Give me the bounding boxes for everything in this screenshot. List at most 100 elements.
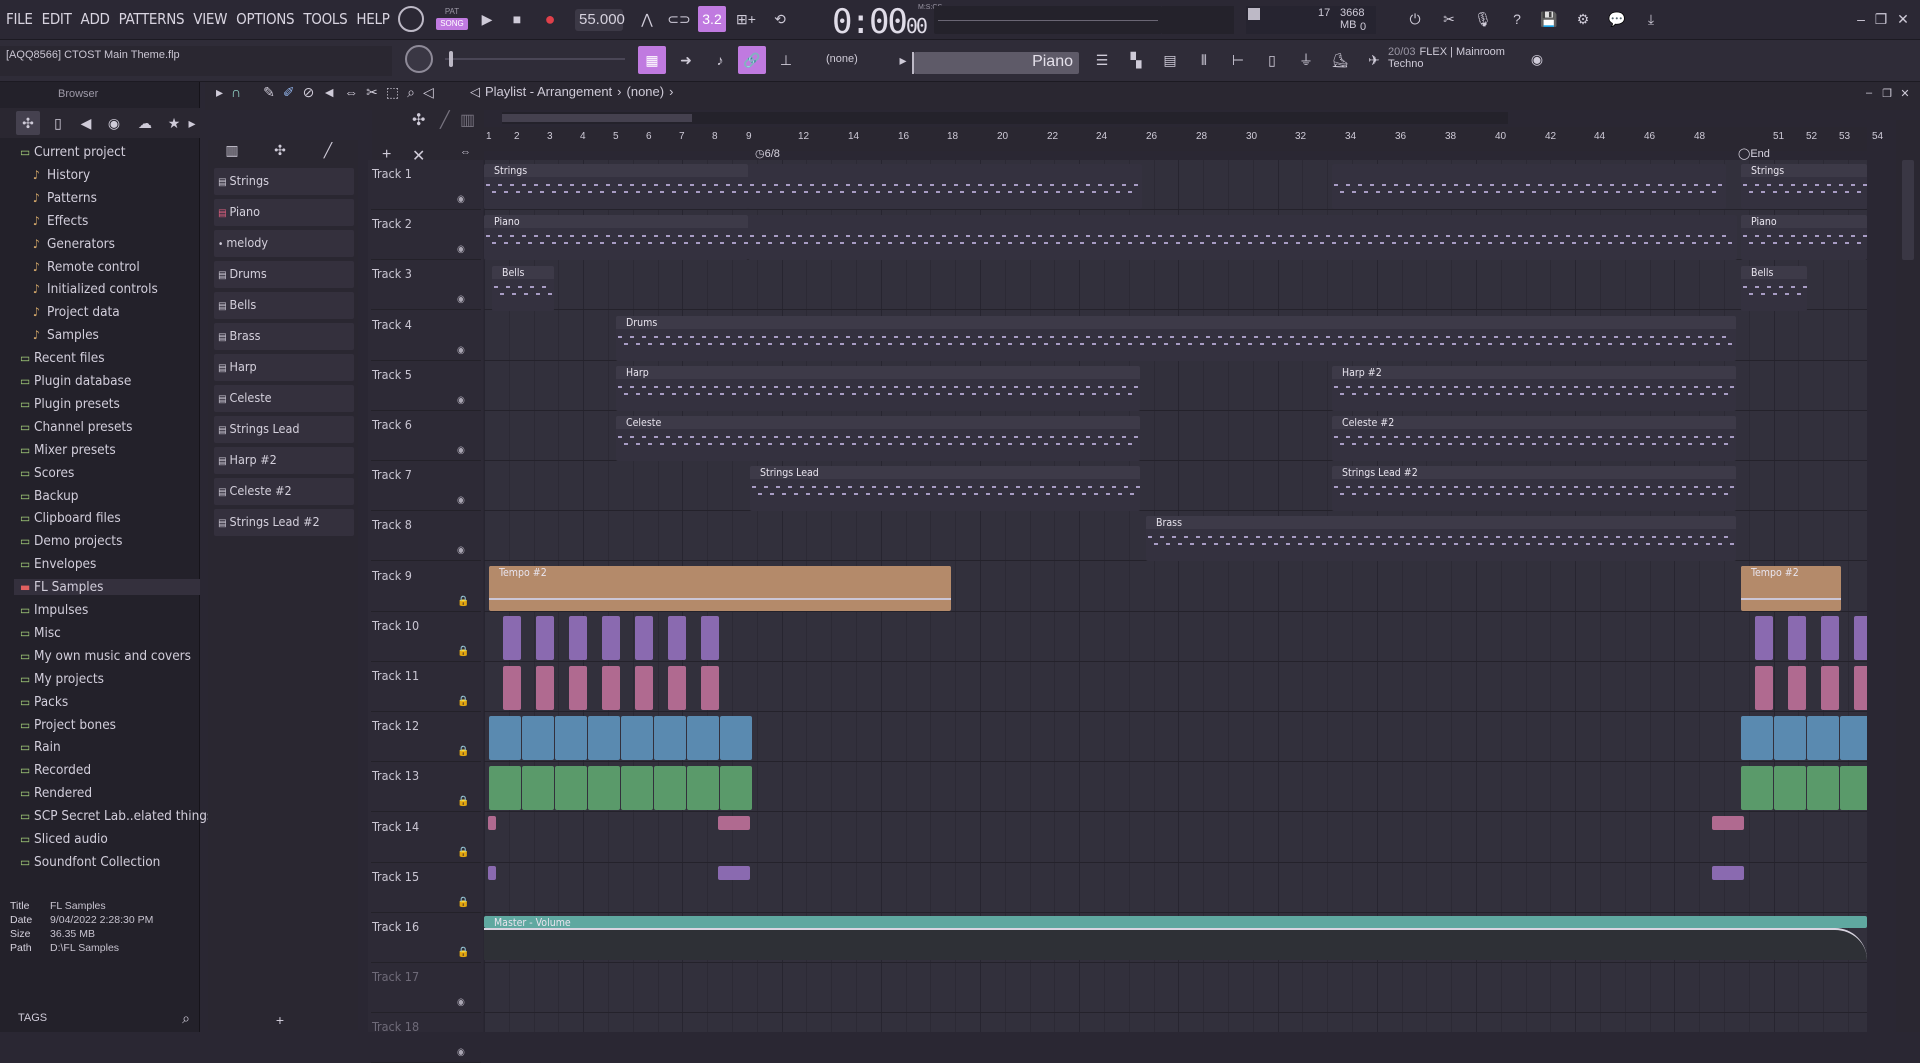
browser-item[interactable]: ♪ Remote control [33,259,140,275]
time-marker[interactable]: ◷6/8 [755,147,780,160]
browser-item[interactable]: ♪ History [33,167,90,183]
timeline-ruler[interactable]: 1 2 3 4 5 6 7 8 9 12 14 16 18 20 22 24 26 28 30 32 34 36 38 40 4… [484,127,1883,151]
record-circle-icon[interactable]: ◉ [457,545,465,556]
browser-item[interactable]: ▭ Demo projects [20,533,122,549]
picker-auto-tab[interactable]: ╱ [318,140,338,160]
master-pitch-knob[interactable] [398,6,424,32]
clip[interactable] [668,666,686,710]
clip[interactable]: Tempo #2 [489,566,951,611]
vertical-scrollbar[interactable] [1896,120,1920,1032]
browser-item[interactable]: ▭ Misc [20,625,61,641]
track-header[interactable]: Track 15 🔒 [371,863,481,913]
browser-item[interactable]: ♪ Effects [33,213,88,229]
wait-input-button[interactable]: ⊂⊃ [666,6,692,32]
view-channel-rack-button[interactable]: ▚ [1122,46,1150,74]
lock-icon[interactable]: 🔒 [457,646,469,657]
clip[interactable]: Tempo #2 [1741,566,1841,611]
browser-item[interactable]: ▭ Plugin presets [20,396,120,412]
globe-button[interactable]: ◉ [1528,50,1546,68]
browser-item[interactable]: ▭ Rendered [20,785,92,801]
playback-icon[interactable]: ◁ [423,84,434,101]
clip[interactable] [1774,766,1806,810]
clip[interactable] [1854,616,1867,660]
record-circle-icon[interactable]: ◉ [457,294,465,305]
clip[interactable] [654,716,686,760]
clip[interactable]: Strings Lead #2 [1332,466,1736,511]
pencil-icon[interactable]: ✎ [263,84,275,101]
clip[interactable]: Harp [616,366,1140,411]
slip-icon[interactable]: ⇔ [344,84,358,101]
clip[interactable] [621,716,653,760]
browser-item[interactable]: ♪ Generators [33,236,115,252]
clip[interactable] [635,616,653,660]
picker-item[interactable]: ▤ Brass [214,323,354,350]
clip[interactable]: Piano [484,215,748,260]
clip[interactable] [635,666,653,710]
clip[interactable] [489,766,521,810]
record-button[interactable]: ● [537,6,563,32]
menu-view[interactable]: VIEW [193,10,227,28]
download-button[interactable]: ⤓ [1638,6,1664,32]
picker-item[interactable]: • melody [214,230,354,257]
clip[interactable]: Piano [1741,215,1867,260]
browser-item[interactable]: ▭ Recent files [20,350,105,366]
browser-tab-plugins[interactable]: ◀ [76,111,96,135]
delete-icon[interactable]: ⊘ [303,84,315,101]
close-button[interactable]: ✕ [1894,10,1912,28]
overview-thumb[interactable] [502,114,692,122]
clip[interactable] [1788,616,1806,660]
clip[interactable]: Bells [492,266,554,311]
clip[interactable]: Strings [1741,164,1867,209]
menu-options[interactable]: OPTIONS [236,10,294,28]
browser-item[interactable]: ▭ Scores [20,465,74,481]
lock-icon[interactable]: 🔒 [457,947,469,958]
song-time[interactable]: 0:0000 [832,2,928,42]
loop-record-button[interactable]: ⟲ [766,6,794,32]
browser-search-button[interactable]: ⌕ [176,1008,196,1028]
mic-button[interactable]: 🎙 [1470,6,1496,32]
browser-tab-database[interactable]: ◉ [104,111,124,135]
clip[interactable] [748,164,1142,209]
browser-tab-favorites[interactable]: ★ [164,111,184,135]
track-header[interactable]: Track 11 🔒 [371,662,481,712]
clip[interactable] [1712,866,1744,880]
clip[interactable] [588,766,620,810]
browser-item[interactable]: ▭ SCP Secret Lab..elated things [20,808,213,824]
browser-item[interactable]: ▬ FL Samples [14,579,200,596]
clip[interactable] [503,666,521,710]
pattern-next-button[interactable]: ▸ [896,50,910,70]
track-header[interactable]: Track 8 ◉ [371,511,481,562]
master-volume-knob[interactable] [405,45,433,73]
track-header[interactable]: Track 3 ◉ [371,260,481,311]
browser-item[interactable]: ▭ Project bones [20,717,116,733]
picker-item[interactable]: ▤ Harp #2 [214,447,354,474]
zoom-icon[interactable]: ⌕ [407,84,415,101]
browser-item[interactable]: ▭ Current project [20,144,126,160]
clip[interactable] [687,766,719,810]
lock-icon[interactable]: 🔒 [457,897,469,908]
clip[interactable] [720,716,752,760]
browser-item[interactable]: ♪ Initialized controls [33,281,158,297]
picker-item[interactable]: ▤ Celeste [214,385,354,412]
picker-item[interactable]: ▤ Strings Lead #2 [214,509,354,536]
picker-item[interactable]: ▤ Drums [214,261,354,288]
clip[interactable]: Bells [1741,266,1807,311]
clip[interactable] [1788,666,1806,710]
track-header[interactable]: Track 1 ◉ [371,160,481,210]
record-circle-icon[interactable]: ◉ [457,395,465,406]
news-panel[interactable]: 20/03 FLEX | Mainroom Techno [1388,46,1548,76]
clip[interactable] [687,716,719,760]
browser-item[interactable]: ▭ My projects [20,671,104,687]
browser-item[interactable]: ♪ Patterns [33,190,97,206]
clip[interactable] [488,816,496,830]
lock-icon[interactable]: 🔒 [457,847,469,858]
clip[interactable]: Celeste [616,416,1140,461]
menu-file[interactable]: FILE [6,10,33,28]
track-header[interactable]: Track 6 ◉ [371,411,481,461]
playlist-maximize[interactable]: ❐ [1880,86,1894,100]
clip[interactable] [1712,816,1744,830]
clip[interactable] [536,666,554,710]
clip[interactable] [536,616,554,660]
browser-item[interactable]: ▭ Rain [20,739,61,755]
track-header[interactable]: Track 5 ◉ [371,361,481,411]
